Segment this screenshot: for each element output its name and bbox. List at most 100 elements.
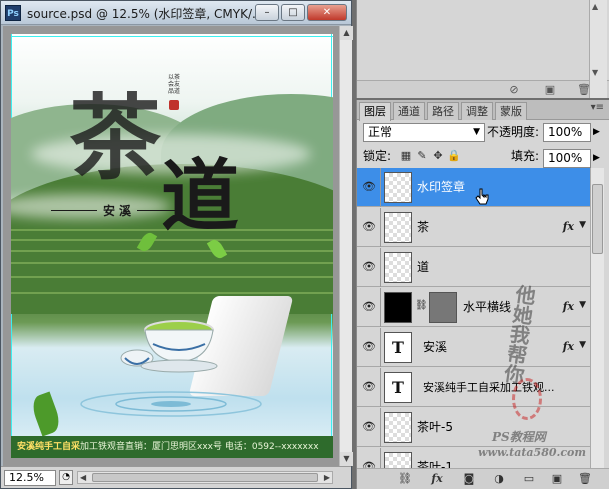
scroll-down-icon[interactable]: ▼ [340, 452, 353, 466]
fill-arrow-icon[interactable]: ▶ [593, 153, 600, 163]
hand-cursor-icon [475, 188, 489, 205]
zoom-field[interactable]: 12.5% [4, 470, 56, 486]
tab-layers[interactable]: 图层 [359, 102, 391, 121]
scroll-up-icon[interactable]: ▲ [592, 2, 598, 11]
lock-label: 锁定: [363, 149, 392, 163]
scroll-thumb[interactable] [92, 473, 318, 482]
add-mask-icon[interactable]: ◙ [461, 472, 477, 486]
layer-row[interactable]: 👁 T 安溪纯手工自采加工铁观... [357, 368, 590, 407]
eye-icon[interactable]: 👁 [361, 460, 377, 468]
water-ripple [80, 391, 262, 417]
scroll-down-icon[interactable]: ▼ [592, 68, 598, 77]
new-group-icon[interactable]: ▭ [521, 472, 537, 486]
new-layer-icon[interactable]: ▣ [549, 472, 565, 486]
new-snapshot-icon[interactable]: ▣ [543, 83, 557, 96]
trash-icon[interactable]: 🗑 [577, 472, 593, 486]
tea-leaf [28, 391, 64, 437]
text-layer-icon: T [384, 332, 412, 363]
poster-footer-band: 安溪纯手工自采加工铁观音直销：厦门思明区xxx号 电话：0592--xxxxxx… [11, 436, 333, 458]
guide-top [11, 36, 333, 37]
layer-row[interactable]: 👁 道 [357, 248, 590, 287]
layer-thumbnail [384, 452, 412, 468]
fx-icon[interactable]: fx [563, 340, 574, 353]
tea-cup-illustration [120, 320, 218, 373]
upper-panel-scrollbar[interactable]: ▲ ▼ [589, 0, 607, 98]
blend-mode-select[interactable]: 正常 ▼ [363, 123, 485, 142]
watermark-line1: PS教程网 [492, 430, 546, 444]
chevron-down-icon: ▼ [473, 127, 480, 137]
tab-masks[interactable]: 蒙版 [495, 102, 527, 120]
panel-menu-icon[interactable]: ▾≡ [591, 102, 604, 113]
eye-icon[interactable]: 👁 [361, 300, 377, 314]
terrace [11, 250, 333, 252]
layer-name: 茶叶-5 [417, 420, 453, 434]
eye-icon[interactable]: 👁 [361, 380, 377, 394]
add-style-icon[interactable]: fx [429, 472, 445, 486]
layer-row[interactable]: 👁 茶叶-5 [357, 408, 590, 447]
layer-name: 茶 [417, 220, 430, 234]
close-button[interactable]: ✕ [307, 4, 347, 21]
layers-list: 👁 水印签章 👁 茶 fx ▼ 👁 道 👁 ⛓ 水平横线 fx ▼ 👁 T 安溪 [357, 168, 590, 468]
canvas-area[interactable]: 茶 道 以茶 会友 品道 安溪 安溪纯手工自采加工铁观音直销：厦门思明区xxx号… [3, 26, 339, 466]
expand-effects-icon[interactable]: ▼ [579, 340, 586, 350]
eye-icon[interactable]: 👁 [361, 420, 377, 434]
horizontal-line-left [51, 210, 97, 211]
horizontal-line-right [137, 210, 177, 211]
tab-paths[interactable]: 路径 [427, 102, 459, 120]
poster-image: 茶 道 以茶 会友 品道 安溪 安溪纯手工自采加工铁观音直销：厦门思明区xxx号… [11, 34, 333, 458]
layer-row[interactable]: 👁 ⛓ 水平横线 fx ▼ [357, 288, 590, 327]
terrace [11, 262, 333, 264]
status-bar: 12.5% ◔ ◀ ▶ [1, 466, 351, 488]
status-info-icon[interactable]: ◔ [59, 470, 73, 485]
lock-brush-icon[interactable]: ✎ [415, 149, 429, 163]
upper-panel: ⊘ ▣ 🗑 [356, 0, 609, 98]
scroll-right-icon[interactable]: ▶ [324, 472, 330, 483]
layers-footer: ⛓ fx ◙ ◑ ▭ ▣ 🗑 [357, 468, 609, 489]
expand-effects-icon[interactable]: ▼ [579, 300, 586, 310]
link-chain-icon: ⛓ [415, 300, 428, 311]
layers-scrollbar[interactable] [590, 168, 604, 468]
layer-row[interactable]: 👁 茶 fx ▼ [357, 208, 590, 247]
upper-panel-footer: ⊘ ▣ 🗑 [357, 80, 609, 98]
lock-position-icon[interactable]: ✥ [431, 149, 445, 163]
maximize-button[interactable]: □ [281, 4, 305, 21]
layer-name: 水印签章 [417, 180, 466, 194]
adjustment-layer-icon[interactable]: ◑ [491, 472, 507, 486]
layer-row[interactable]: 👁 T 安溪 fx ▼ [357, 328, 590, 367]
red-seal-watermark [512, 378, 542, 420]
scroll-up-icon[interactable]: ▲ [340, 26, 353, 40]
panel-tabs: 图层 通道 路径 调整 蒙版 ▾≡ [357, 100, 609, 121]
fill-field[interactable]: 100% [543, 149, 591, 168]
tab-adjustments[interactable]: 调整 [461, 102, 493, 120]
delete-state-icon[interactable]: ⊘ [507, 83, 521, 96]
vertical-scrollbar[interactable]: ▲ ▼ [339, 26, 353, 466]
fx-icon[interactable]: fx [563, 220, 574, 233]
calligraphy-cha: 茶 [69, 84, 162, 192]
fx-icon[interactable]: fx [563, 300, 574, 313]
opacity-label: 不透明度: [487, 125, 540, 139]
minimize-button[interactable]: – [255, 4, 279, 21]
document-titlebar[interactable]: Ps source.psd @ 12.5% (水印签章, CMYK/... – … [1, 1, 351, 25]
document-title: source.psd @ 12.5% (水印签章, CMYK/... [27, 7, 264, 21]
layer-name: 水平横线 [463, 300, 512, 314]
link-layers-icon[interactable]: ⛓ [397, 472, 413, 486]
small-seal-text: 以茶 会友 品道 [167, 74, 180, 95]
layer-row[interactable]: 👁 水印签章 [357, 168, 590, 207]
eye-icon[interactable]: 👁 [361, 180, 377, 194]
opacity-field[interactable]: 100% [543, 123, 591, 142]
eye-icon[interactable]: 👁 [361, 340, 377, 354]
opacity-arrow-icon[interactable]: ▶ [593, 127, 600, 137]
horizontal-scrollbar[interactable]: ◀ ▶ [77, 471, 333, 484]
text-layer-icon: T [384, 372, 412, 403]
expand-effects-icon[interactable]: ▼ [579, 220, 586, 230]
tab-channels[interactable]: 通道 [393, 102, 425, 120]
layer-mask-thumbnail[interactable] [429, 292, 457, 323]
lock-all-icon[interactable]: 🔒 [447, 149, 461, 163]
watermark-line2: www.tata580.com [478, 446, 587, 459]
eye-icon[interactable]: 👁 [361, 260, 377, 274]
calligraphy-dao: 道 [161, 151, 240, 242]
lock-transparent-icon[interactable]: ▦ [399, 149, 413, 163]
scroll-left-icon[interactable]: ◀ [80, 472, 86, 483]
eye-icon[interactable]: 👁 [361, 220, 377, 234]
scroll-thumb[interactable] [592, 184, 603, 254]
